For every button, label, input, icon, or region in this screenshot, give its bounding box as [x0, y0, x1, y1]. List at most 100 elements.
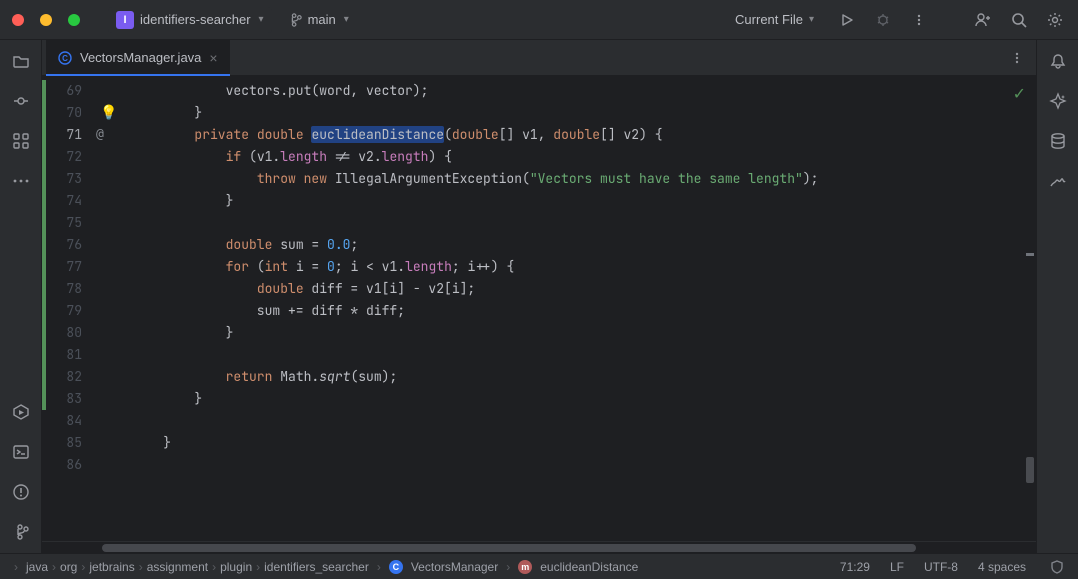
- debug-button[interactable]: [872, 9, 894, 31]
- breadcrumb-item[interactable]: identifiers_searcher: [264, 560, 369, 574]
- code-line[interactable]: }: [132, 322, 1036, 344]
- user-icon[interactable]: [972, 9, 994, 31]
- code-line[interactable]: }: [132, 190, 1036, 212]
- line-number[interactable]: 86: [42, 454, 90, 476]
- project-selector[interactable]: I identifiers-searcher ▾: [108, 7, 272, 33]
- git-tool-icon[interactable]: [10, 521, 32, 543]
- breadcrumb-item[interactable]: java: [26, 560, 48, 574]
- code-line[interactable]: sum += diff * diff;: [132, 300, 1036, 322]
- line-number[interactable]: 71: [42, 124, 90, 146]
- line-separator[interactable]: LF: [890, 560, 904, 574]
- code-line[interactable]: [132, 454, 1036, 476]
- search-icon[interactable]: [1008, 9, 1030, 31]
- horizontal-scrollbar[interactable]: [42, 541, 1036, 553]
- line-number[interactable]: 77: [42, 256, 90, 278]
- traffic-light-minimize[interactable]: [40, 14, 52, 26]
- project-name: identifiers-searcher: [140, 12, 251, 27]
- indent-config[interactable]: 4 spaces: [978, 560, 1026, 574]
- line-number[interactable]: 85: [42, 432, 90, 454]
- caret-position[interactable]: 71:29: [840, 560, 870, 574]
- line-number[interactable]: 84: [42, 410, 90, 432]
- code-line[interactable]: [132, 410, 1036, 432]
- error-stripe[interactable]: [1024, 76, 1036, 541]
- editor-area: C VectorsManager.java × ✓ 69707172737475…: [42, 40, 1036, 553]
- file-encoding[interactable]: UTF-8: [924, 560, 958, 574]
- git-branch-selector[interactable]: main ▾: [280, 8, 357, 31]
- line-number[interactable]: 69: [42, 80, 90, 102]
- line-number[interactable]: 70: [42, 102, 90, 124]
- commit-tool-icon[interactable]: [10, 90, 32, 112]
- kebab-icon[interactable]: [998, 51, 1036, 65]
- gutter-icons: 💡@: [90, 76, 132, 541]
- chevron-down-icon: ▾: [344, 14, 349, 25]
- editor-tab[interactable]: C VectorsManager.java ×: [46, 40, 230, 76]
- line-number[interactable]: 82: [42, 366, 90, 388]
- project-tool-icon[interactable]: [10, 50, 32, 72]
- line-number[interactable]: 78: [42, 278, 90, 300]
- structure-tool-icon[interactable]: [10, 130, 32, 152]
- problems-tool-icon[interactable]: [10, 481, 32, 503]
- code-content[interactable]: vectors.put(word, vector); } private dou…: [132, 76, 1036, 541]
- override-gutter-icon[interactable]: @: [96, 124, 104, 146]
- more-tool-icon[interactable]: [10, 170, 32, 192]
- run-button[interactable]: [836, 9, 858, 31]
- line-number[interactable]: 83: [42, 388, 90, 410]
- svg-text:C: C: [62, 54, 68, 63]
- line-number[interactable]: 75: [42, 212, 90, 234]
- breadcrumb-class[interactable]: VectorsManager: [411, 560, 498, 574]
- code-line[interactable]: }: [132, 388, 1036, 410]
- code-line[interactable]: vectors.put(word, vector);: [132, 80, 1036, 102]
- traffic-light-zoom[interactable]: [68, 14, 80, 26]
- breadcrumb-sep: ›: [14, 560, 18, 574]
- status-bar: › java›org›jetbrains›assignment›plugin›i…: [0, 553, 1078, 579]
- breadcrumb-item[interactable]: plugin: [220, 560, 252, 574]
- code-line[interactable]: return Math.sqrt(sum);: [132, 366, 1036, 388]
- line-number[interactable]: 79: [42, 300, 90, 322]
- right-tool-strip: [1036, 40, 1078, 553]
- breadcrumb-item[interactable]: jetbrains: [89, 560, 134, 574]
- line-number[interactable]: 76: [42, 234, 90, 256]
- code-line[interactable]: double diff = v1[i] - v2[i];: [132, 278, 1036, 300]
- code-line[interactable]: if (v1.length != v2.length) {: [132, 146, 1036, 168]
- kebab-icon[interactable]: [908, 9, 930, 31]
- line-number-gutter[interactable]: 697071727374757677787980818283848586: [42, 76, 90, 541]
- java-class-icon: C: [58, 51, 72, 65]
- left-tool-strip: [0, 40, 42, 553]
- breadcrumb-method[interactable]: euclideanDistance: [540, 560, 638, 574]
- code-line[interactable]: [132, 212, 1036, 234]
- ai-assistant-icon[interactable]: [1047, 90, 1069, 112]
- intention-bulb-icon[interactable]: 💡: [100, 102, 117, 124]
- code-line[interactable]: double sum = 0.0;: [132, 234, 1036, 256]
- line-number[interactable]: 81: [42, 344, 90, 366]
- breadcrumbs[interactable]: java›org›jetbrains›assignment›plugin›ide…: [26, 560, 369, 574]
- notifications-tool-icon[interactable]: [1047, 50, 1069, 72]
- code-editor[interactable]: ✓ 697071727374757677787980818283848586 💡…: [42, 76, 1036, 541]
- code-line[interactable]: for (int i = 0; i < v1.length; i++) {: [132, 256, 1036, 278]
- services-tool-icon[interactable]: [10, 401, 32, 423]
- scrollbar-thumb[interactable]: [102, 544, 916, 552]
- breadcrumb-item[interactable]: org: [60, 560, 77, 574]
- line-number[interactable]: 72: [42, 146, 90, 168]
- terminal-tool-icon[interactable]: [10, 441, 32, 463]
- code-line[interactable]: }: [132, 102, 1036, 124]
- chevron-down-icon: ▾: [809, 14, 814, 25]
- code-line[interactable]: [132, 344, 1036, 366]
- database-tool-icon[interactable]: [1047, 130, 1069, 152]
- run-config-selector[interactable]: Current File ▾: [727, 9, 822, 30]
- traffic-light-close[interactable]: [12, 14, 24, 26]
- profiler-tool-icon[interactable]: [1047, 170, 1069, 192]
- method-icon: m: [518, 560, 532, 574]
- settings-icon[interactable]: [1044, 9, 1066, 31]
- line-number[interactable]: 80: [42, 322, 90, 344]
- close-icon[interactable]: ×: [209, 50, 217, 66]
- line-number[interactable]: 74: [42, 190, 90, 212]
- title-bar: I identifiers-searcher ▾ main ▾ Current …: [0, 0, 1078, 40]
- code-line[interactable]: throw new IllegalArgumentException("Vect…: [132, 168, 1036, 190]
- class-icon: C: [389, 560, 403, 574]
- shield-icon[interactable]: [1046, 556, 1068, 578]
- code-line[interactable]: }: [132, 432, 1036, 454]
- chevron-down-icon: ▾: [259, 14, 264, 25]
- breadcrumb-item[interactable]: assignment: [147, 560, 208, 574]
- code-line[interactable]: private double euclideanDistance(double[…: [132, 124, 1036, 146]
- line-number[interactable]: 73: [42, 168, 90, 190]
